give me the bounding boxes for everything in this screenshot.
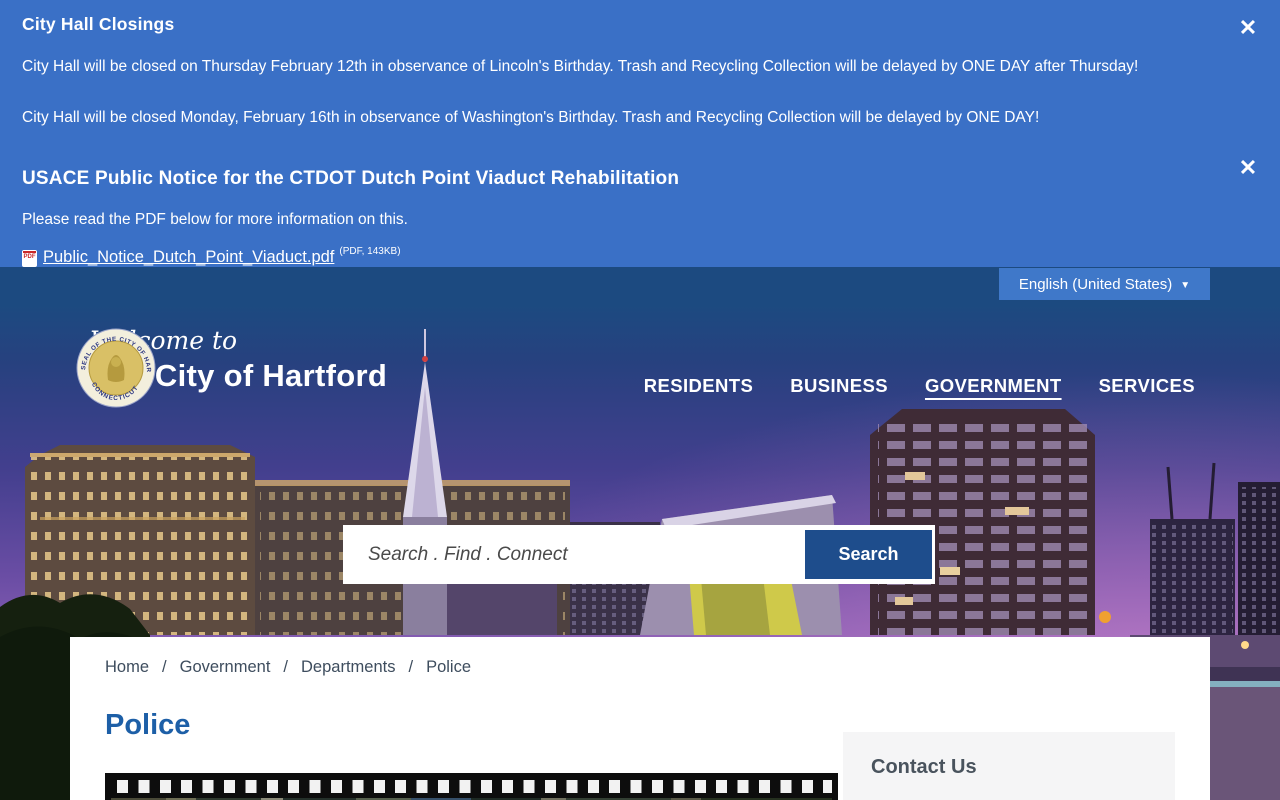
pdf-link-meta: (PDF, 143KB) (339, 246, 400, 257)
nav-item-government[interactable]: GOVERNMENT (925, 375, 1062, 397)
nav-item-residents[interactable]: RESIDENTS (644, 375, 753, 397)
search-bar: Search (343, 525, 935, 584)
nav-item-business[interactable]: BUSINESS (790, 375, 888, 397)
breadcrumb-separator: / (283, 658, 288, 677)
alert-title: USACE Public Notice for the CTDOT Dutch … (22, 168, 1210, 190)
breadcrumb-current-police: Police (426, 658, 471, 677)
page: English (United States) ▼ SEAL OF THE CI… (0, 0, 1280, 800)
breadcrumb-separator: / (162, 658, 167, 677)
breadcrumb-departments[interactable]: Departments (301, 658, 395, 677)
contact-us-heading: Contact Us (871, 756, 1175, 779)
language-selected-label: English (United States) (1019, 276, 1172, 293)
alert-paragraph: City Hall will be closed on Thursday Feb… (22, 57, 1210, 77)
content-panel: Home / Government / Departments / Police… (70, 637, 1210, 800)
page-title: Police (105, 709, 190, 742)
alert-paragraph: City Hall will be closed Monday, Februar… (22, 108, 1210, 128)
breadcrumb: Home / Government / Departments / Police (105, 658, 471, 677)
alert-usace-notice: USACE Public Notice for the CTDOT Dutch … (22, 168, 1210, 267)
site-logo[interactable]: SEAL OF THE CITY OF HARTFORD CONNECTICUT… (76, 328, 387, 394)
alert-paragraph: Please read the PDF below for more infor… (22, 210, 1210, 230)
contact-us-card: Contact Us (843, 732, 1175, 800)
nav-item-services[interactable]: SERVICES (1099, 375, 1195, 397)
chevron-down-icon: ▼ (1180, 280, 1190, 291)
breadcrumb-government[interactable]: Government (180, 658, 271, 677)
breadcrumb-separator: / (408, 658, 413, 677)
alert-banner: City Hall Closings City Hall will be clo… (0, 0, 1280, 267)
close-icon[interactable]: ✕ (1236, 156, 1260, 180)
main-nav: RESIDENTS BUSINESS GOVERNMENT SERVICES (644, 375, 1195, 397)
search-input[interactable] (343, 525, 805, 584)
breadcrumb-home[interactable]: Home (105, 658, 149, 677)
city-seal-icon: SEAL OF THE CITY OF HARTFORD CONNECTICUT (76, 328, 156, 408)
police-filmstrip-image (105, 773, 838, 800)
pdf-icon (22, 250, 37, 267)
close-icon[interactable]: ✕ (1236, 16, 1260, 40)
search-button[interactable]: Search (805, 530, 932, 579)
pdf-link[interactable]: Public_Notice_Dutch_Point_Viaduct.pdf (43, 248, 334, 267)
language-selector[interactable]: English (United States) ▼ (999, 268, 1210, 300)
alert-city-hall-closings: City Hall Closings City Hall will be clo… (22, 14, 1210, 128)
pdf-link-row: Public_Notice_Dutch_Point_Viaduct.pdf (P… (22, 248, 1210, 267)
alert-title: City Hall Closings (22, 14, 1210, 35)
filmstrip-sprocket-holes (117, 780, 832, 793)
